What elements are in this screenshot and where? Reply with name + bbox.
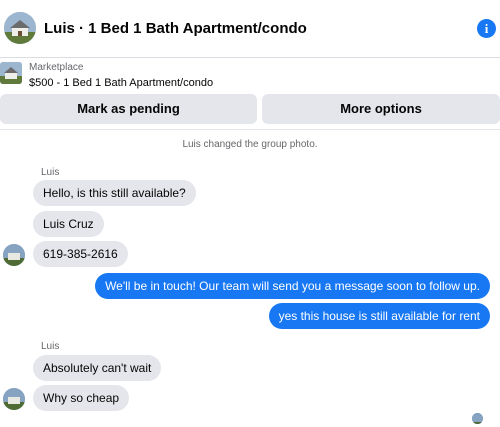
outgoing-message[interactable]: We'll be in touch! Our team will send yo… [95,273,490,299]
chat-header: Luis · 1 Bed 1 Bath Apartment/condo i [0,0,500,58]
mark-as-pending-button[interactable]: Mark as pending [0,94,257,124]
listing-kicker: Marketplace [29,62,84,73]
info-icon[interactable]: i [477,19,496,38]
incoming-message[interactable]: Absolutely can't wait [33,355,162,381]
sender-name: Luis [41,341,60,352]
sender-name: Luis [41,167,60,178]
listing-actions: Mark as pending More options [0,94,500,124]
marketplace-listing-banner[interactable]: Marketplace $500 - 1 Bed 1 Bath Apartmen… [0,58,500,94]
outgoing-message[interactable]: yes this house is still available for re… [268,303,490,329]
listing-thumbnail [0,62,22,84]
incoming-message[interactable]: Luis Cruz [33,211,104,237]
sender-avatar[interactable] [3,244,25,266]
listing-detail: $500 - 1 Bed 1 Bath Apartment/condo [29,77,214,89]
incoming-message[interactable]: Why so cheap [33,385,130,411]
sender-avatar[interactable] [3,388,25,410]
listing-photo-thumbnail[interactable] [4,12,36,44]
incoming-message[interactable]: 619-385-2616 [33,241,128,267]
divider [0,129,500,130]
system-notice: Luis changed the group photo. [182,139,318,150]
conversation-title: Luis · 1 Bed 1 Bath Apartment/condo [44,20,307,37]
incoming-message[interactable]: Hello, is this still available? [33,180,196,206]
seen-receipt-avatar [472,413,483,424]
more-options-button[interactable]: More options [262,94,500,124]
